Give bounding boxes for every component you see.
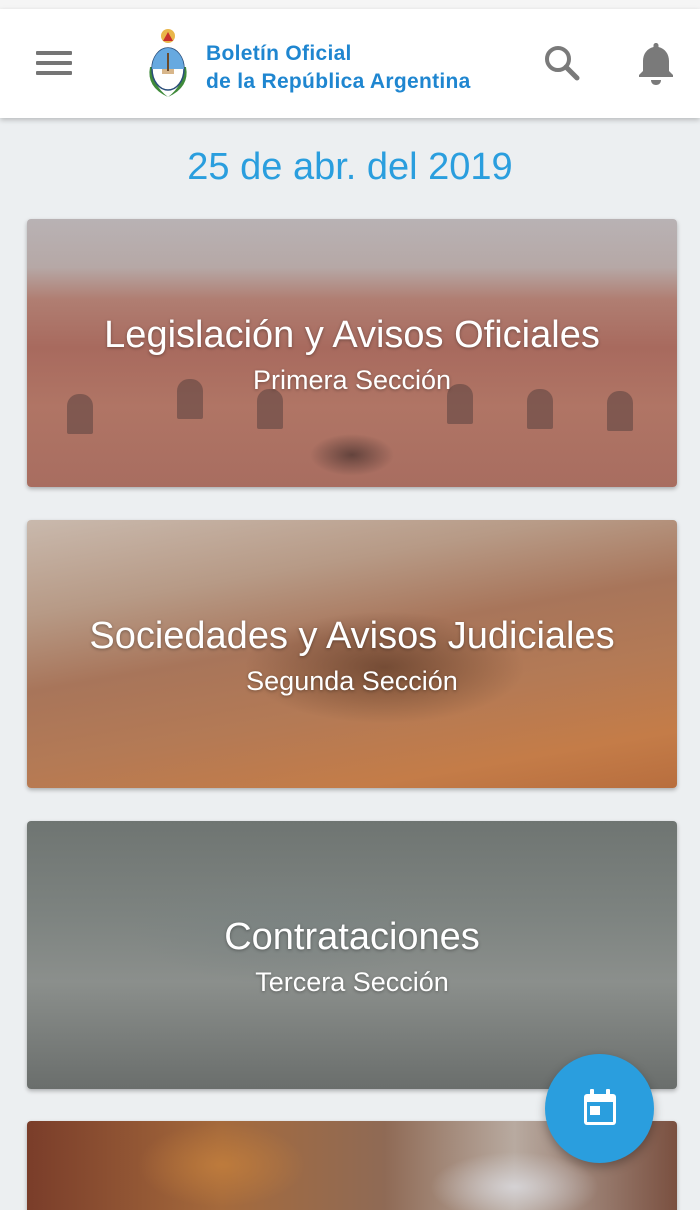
building-window xyxy=(607,391,633,431)
app-bar: Boletín Oficial de la República Argentin… xyxy=(0,9,700,118)
notifications-button[interactable] xyxy=(634,39,678,87)
section-subtitle: Segunda Sección xyxy=(246,666,458,696)
section-subtitle: Primera Sección xyxy=(252,365,452,395)
section-title: Contrataciones xyxy=(224,916,480,958)
bell-icon xyxy=(639,43,673,85)
calendar-icon xyxy=(584,1089,616,1125)
hamburger-menu-icon xyxy=(36,51,72,55)
app-title-line1: Boletín Oficial xyxy=(206,42,352,65)
coat-of-arms-logo xyxy=(144,27,192,99)
publication-date: 25 de abr. del 2019 xyxy=(187,146,513,188)
search-icon xyxy=(545,46,580,81)
app-title: Boletín Oficial de la República Argentin… xyxy=(206,40,471,96)
status-bar xyxy=(0,0,700,9)
section-title: Sociedades y Avisos Judiciales xyxy=(89,615,615,657)
section-title: Legislación y Avisos Oficiales xyxy=(104,314,600,356)
section-card-primera[interactable]: Legislación y Avisos Oficiales Primera S… xyxy=(27,219,677,487)
hamburger-menu-icon-bar xyxy=(36,71,72,75)
hamburger-menu-icon-bar xyxy=(36,61,72,65)
app-title-line2: de la República Argentina xyxy=(206,70,471,93)
section-subtitle: Tercera Sección xyxy=(255,967,449,997)
menu-button[interactable] xyxy=(33,47,75,79)
building-window xyxy=(67,394,93,434)
section-card-segunda[interactable]: Sociedades y Avisos Judiciales Segunda S… xyxy=(27,520,677,788)
section-card-tercera[interactable]: Contrataciones Tercera Sección xyxy=(27,821,677,1089)
search-button[interactable] xyxy=(540,41,584,85)
calendar-fab-button[interactable] xyxy=(545,1054,654,1163)
